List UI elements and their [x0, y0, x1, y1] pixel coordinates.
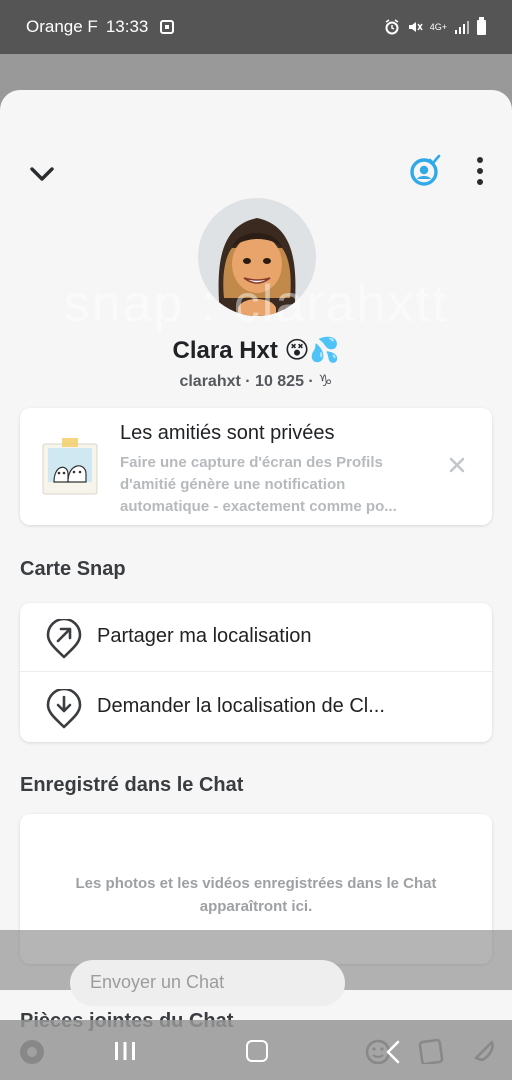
friendship-polaroid-icon	[42, 438, 98, 495]
friendship-card-title: Les amitiés sont privées	[120, 422, 335, 444]
screenshot-icon	[160, 20, 175, 34]
request-location-pin-icon	[46, 689, 82, 729]
status-icons: 4G+	[384, 16, 486, 35]
network-type: 4G+	[429, 22, 447, 32]
chevron-down-icon[interactable]	[28, 160, 56, 188]
back-icon[interactable]	[382, 1040, 404, 1064]
system-navigation-bar	[0, 1020, 512, 1080]
username-score-line: clarahxt · 10 825 · ♑	[179, 373, 333, 390]
share-location-pin-icon	[46, 619, 82, 659]
saved-in-chat-empty-text: Les photos et les vidéos enregistrées da…	[75, 875, 437, 915]
home-icon[interactable]	[246, 1040, 268, 1062]
story-ring-icon[interactable]	[408, 154, 442, 188]
snap-watermark: snap : clarahxtt	[63, 275, 449, 333]
request-location-row[interactable]: Demander la localisation de Cl...	[20, 673, 492, 742]
share-location-label: Partager ma localisation	[97, 625, 312, 647]
more-options-icon[interactable]	[468, 154, 492, 188]
signal-icon	[455, 21, 469, 34]
friendship-privacy-card: Les amitiés sont privées Faire une captu…	[20, 408, 492, 525]
display-name: Clara Hxt 😵💦	[172, 337, 340, 364]
dimmed-background	[0, 54, 512, 94]
snap-map-card: Partager ma localisation Demander la loc…	[20, 603, 492, 742]
request-location-label: Demander la localisation de Cl...	[97, 695, 385, 717]
share-location-row[interactable]: Partager ma localisation	[20, 603, 492, 672]
clock: 13:33	[105, 17, 149, 36]
status-bar: Orange F 13:33 4G+	[0, 0, 512, 54]
battery-icon	[477, 16, 486, 35]
saved-in-chat-section-title: Enregistré dans le Chat	[20, 774, 244, 796]
friendship-card-description: Faire une capture d'écran des Profils d'…	[120, 454, 397, 515]
close-icon[interactable]	[446, 454, 468, 476]
mute-icon	[408, 22, 423, 32]
snap-map-section-title: Carte Snap	[20, 558, 126, 580]
recent-apps-icon[interactable]	[114, 1042, 136, 1060]
chat-input[interactable]: Envoyer un Chat	[70, 960, 345, 1006]
sheet-top-bar	[0, 154, 512, 200]
carrier-name: Orange F	[26, 17, 98, 36]
alarm-icon	[385, 19, 399, 35]
